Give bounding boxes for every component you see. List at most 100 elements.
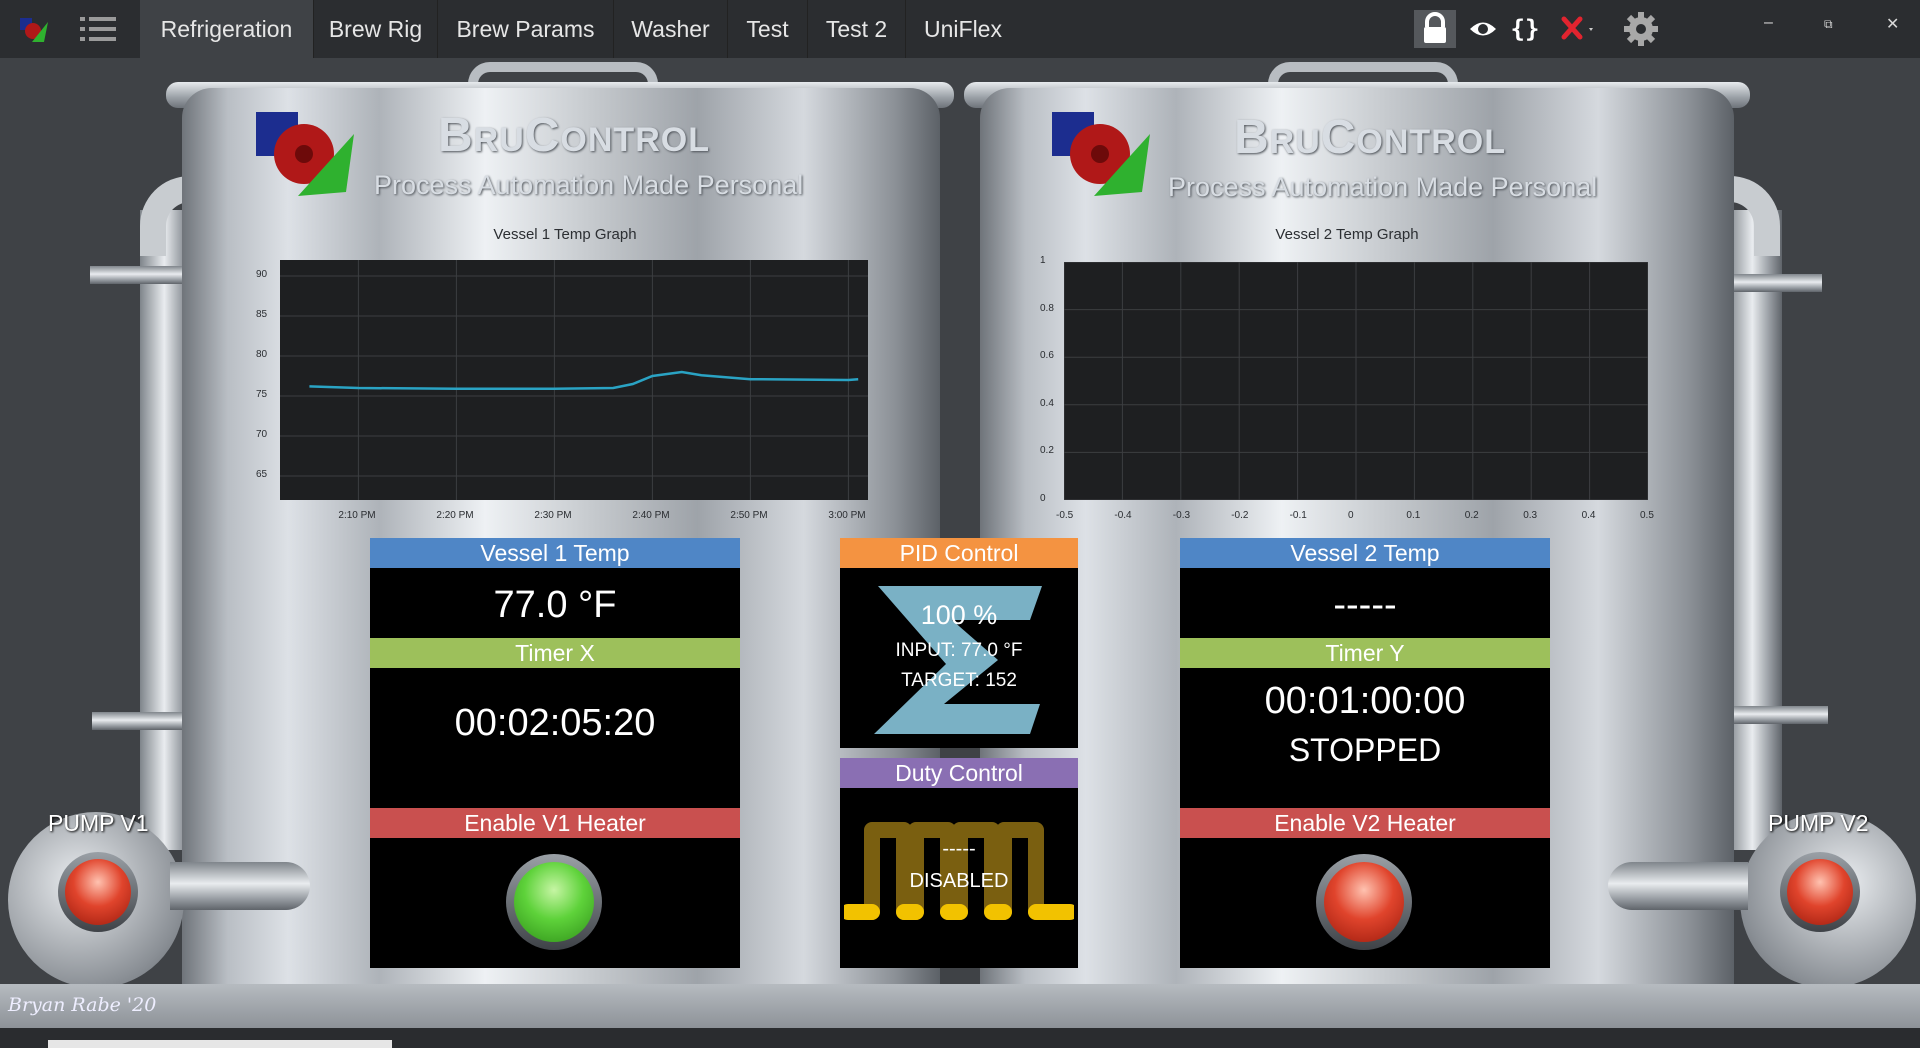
pump-v2-outlet-pipe (1608, 862, 1748, 910)
x-tick-label: -0.1 (1289, 510, 1307, 521)
y-tick-label: 0.8 (1040, 302, 1054, 314)
timer-y-title: Timer Y (1180, 638, 1550, 668)
vessel1-temp-title: Vessel 1 Temp (370, 538, 740, 568)
braces-icon[interactable]: {} (1510, 10, 1540, 48)
y-tick-label: 70 (256, 429, 268, 440)
tab-uniflex[interactable]: UniFlex (906, 0, 1020, 58)
duty-control-panel[interactable]: Duty Control ----- DISABLED (840, 758, 1078, 968)
timer-y-panel[interactable]: Timer Y 00:01:00:00 STOPPED (1180, 638, 1550, 810)
minimize-button[interactable]: – (1764, 14, 1773, 32)
v2-heater-lamp-icon (1324, 862, 1404, 942)
vessel2-temp-panel: Vessel 2 Temp ----- (1180, 538, 1550, 642)
y-tick-label: 0.2 (1040, 445, 1054, 457)
y-tick-label: 75 (256, 389, 268, 400)
top-bar: Refrigeration Brew Rig Brew Params Washe… (0, 0, 1920, 58)
pump-v2-label: PUMP V2 (1768, 810, 1869, 836)
x-tick-label: 2:20 PM (436, 510, 474, 521)
y-tick-label: 90 (256, 269, 268, 280)
vessel2-temp-value: ----- (1333, 584, 1397, 626)
pump-v2-lamp-icon (1787, 859, 1853, 925)
duty-status: DISABLED (909, 870, 1009, 892)
brucontrol-logo-icon[interactable] (18, 14, 50, 46)
base-platform (0, 984, 1920, 1028)
v1-heater-panel: Enable V1 Heater (370, 808, 740, 968)
y-tick-label: 0.6 (1040, 350, 1054, 362)
x-tick-label: 0.2 (1464, 510, 1479, 521)
pump-v1-label: PUMP V1 (48, 810, 149, 836)
app-window: Refrigeration Brew Rig Brew Params Washe… (0, 0, 1920, 1048)
x-tick-label: 3:00 PM (828, 510, 866, 521)
x-tick-label: 0.1 (1406, 510, 1421, 521)
brand-title: BruControl (1234, 111, 1506, 164)
pump-v2-toggle[interactable] (1780, 852, 1860, 932)
x-tick-label: 0.4 (1581, 510, 1596, 521)
pid-input: INPUT: 77.0 °F (895, 640, 1023, 661)
restore-button[interactable]: ⧉ (1824, 17, 1833, 32)
y-tick-label: 0.4 (1040, 397, 1054, 409)
y-tick-label: 65 (256, 469, 268, 480)
tab-test-2[interactable]: Test 2 (808, 0, 906, 58)
vessel1-graph-title: Vessel 1 Temp Graph (493, 226, 637, 243)
y-tick-label: 1 (1040, 255, 1046, 266)
vessel1-temp-series-line (309, 370, 859, 391)
v1-heater-lamp-icon (514, 862, 594, 942)
y-tick-label: 0 (1040, 493, 1046, 504)
vessel2-temp-graph[interactable] (1064, 262, 1648, 500)
v2-pipe (1728, 210, 1782, 850)
vessel2-graph-title: Vessel 2 Temp Graph (1275, 226, 1419, 243)
x-tick-label: 2:10 PM (338, 510, 376, 521)
x-tick-label: 0 (1348, 510, 1354, 521)
pump-v1-toggle[interactable] (58, 852, 138, 932)
x-tick-label: 0.3 (1523, 510, 1538, 521)
v2-heater-toggle[interactable] (1316, 854, 1412, 950)
y-tick-label: 85 (256, 309, 268, 320)
brand-logo-icon (256, 112, 354, 196)
timer-y-value: 00:01:00:00 (1264, 680, 1466, 722)
vessel1-temp-value: 77.0 °F (493, 584, 617, 626)
pump-v1-outlet-pipe (170, 862, 310, 910)
vessel1-temp-graph[interactable] (280, 260, 868, 500)
timer-x-panel[interactable]: Timer X 00:02:05:20 (370, 638, 740, 810)
gear-icon[interactable] (1622, 10, 1660, 48)
progress-bar (48, 1040, 392, 1048)
lock-icon[interactable] (1414, 10, 1456, 48)
v1-heater-title: Enable V1 Heater (370, 808, 740, 838)
brand-tagline: Process Automation Made Personal (1168, 172, 1598, 202)
pid-output: 100 % (920, 600, 998, 630)
v2-heater-panel: Enable V2 Heater (1180, 808, 1550, 968)
pump-v1-lamp-icon (65, 859, 131, 925)
menu-list-icon[interactable] (80, 15, 116, 43)
tab-refrigeration[interactable]: Refrigeration (140, 0, 314, 58)
eye-icon[interactable] (1468, 10, 1498, 48)
pid-target: TARGET: 152 (901, 670, 1017, 691)
svg-text:{}: {} (1511, 15, 1540, 43)
tab-washer[interactable]: Washer (614, 0, 728, 58)
duty-title: Duty Control (840, 758, 1078, 788)
x-tick-label: 2:30 PM (534, 510, 572, 521)
v2-heater-title: Enable V2 Heater (1180, 808, 1550, 838)
tab-brew-params[interactable]: Brew Params (438, 0, 614, 58)
v1-heater-toggle[interactable] (506, 854, 602, 950)
tab-brew-rig[interactable]: Brew Rig (314, 0, 438, 58)
close-x-icon[interactable] (1558, 10, 1598, 48)
y-tick-label: 80 (256, 349, 268, 360)
x-tick-label: 2:50 PM (730, 510, 768, 521)
pid-title: PID Control (840, 538, 1078, 568)
vessel2-temp-title: Vessel 2 Temp (1180, 538, 1550, 568)
close-button[interactable]: ✕ (1886, 14, 1899, 34)
duty-value: ----- (942, 838, 976, 860)
vessel1-temp-panel: Vessel 1 Temp 77.0 °F (370, 538, 740, 642)
x-tick-label: -0.4 (1114, 510, 1132, 521)
brand-tagline: Process Automation Made Personal (374, 170, 804, 200)
x-tick-label: -0.5 (1056, 510, 1074, 521)
status-strip (0, 1028, 1920, 1048)
timer-y-status: STOPPED (1288, 732, 1442, 768)
brand-logo-icon (1052, 112, 1150, 196)
x-tick-label: 0.5 (1640, 510, 1654, 521)
x-tick-label: -0.3 (1172, 510, 1191, 521)
signature: Bryan Rabe '20 (8, 994, 157, 1016)
timer-x-title: Timer X (370, 638, 740, 668)
pid-control-panel[interactable]: PID Control 100 % INPUT: 77.0 °F TARGET:… (840, 538, 1078, 748)
x-tick-label: 2:40 PM (632, 510, 670, 521)
tab-test[interactable]: Test (728, 0, 808, 58)
